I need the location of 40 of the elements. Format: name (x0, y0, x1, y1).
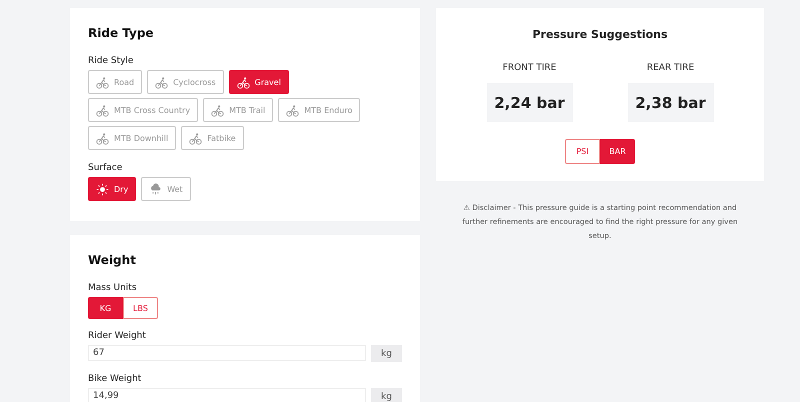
input-field[interactable]: 14,99 (88, 388, 366, 402)
cyclist-icon (286, 104, 300, 116)
option-button[interactable]: MTB Trail (203, 98, 274, 122)
cyclist-icon (96, 104, 109, 116)
field-label: Surface (88, 163, 124, 173)
field-label: Bike Weight (88, 374, 142, 384)
unit-toggle[interactable]: KG (88, 297, 123, 319)
field-label: Rider Weight (88, 331, 147, 341)
unit-label: kg (371, 345, 402, 362)
option-button[interactable]: Road (88, 70, 142, 94)
cyclist-icon (155, 76, 168, 88)
option-button[interactable]: Gravel (228, 70, 289, 94)
cyclist-icon (236, 76, 250, 88)
option-button[interactable]: MTB Enduro (278, 98, 360, 122)
section-title: Weight (88, 253, 137, 267)
unit-toggle[interactable]: BAR (600, 139, 635, 164)
option-button[interactable]: Fatbike (181, 126, 244, 150)
tire-label: REAR TIRE (646, 63, 694, 73)
field-label: Mass Units (88, 283, 138, 293)
cyclist-icon (96, 76, 109, 88)
sun-icon (96, 182, 109, 196)
pressure-value: 2,24 bar (486, 83, 572, 122)
unit-toggle[interactable]: PSI (565, 139, 600, 164)
option-button[interactable]: MTB Downhill (88, 126, 176, 150)
unit-toggle[interactable]: LBS (123, 297, 158, 319)
input-field[interactable]: 67 (88, 345, 366, 361)
option-button[interactable]: MTB Cross Country (88, 98, 198, 122)
field-label: Ride Style (88, 56, 134, 66)
section-title: Ride Type (88, 26, 155, 40)
cyclist-icon (189, 132, 202, 144)
option-button[interactable]: Dry (88, 177, 136, 201)
cloud-rain-icon (149, 182, 162, 196)
unit-label: kg (371, 388, 402, 402)
tire-label: FRONT TIRE (502, 63, 556, 73)
cyclist-icon (96, 132, 109, 144)
option-button[interactable]: Wet (141, 177, 191, 201)
section-title: Pressure Suggestions (531, 28, 669, 41)
option-button[interactable]: Cyclocross (147, 70, 224, 94)
cyclist-icon (211, 104, 224, 116)
pressure-value: 2,38 bar (628, 83, 714, 122)
